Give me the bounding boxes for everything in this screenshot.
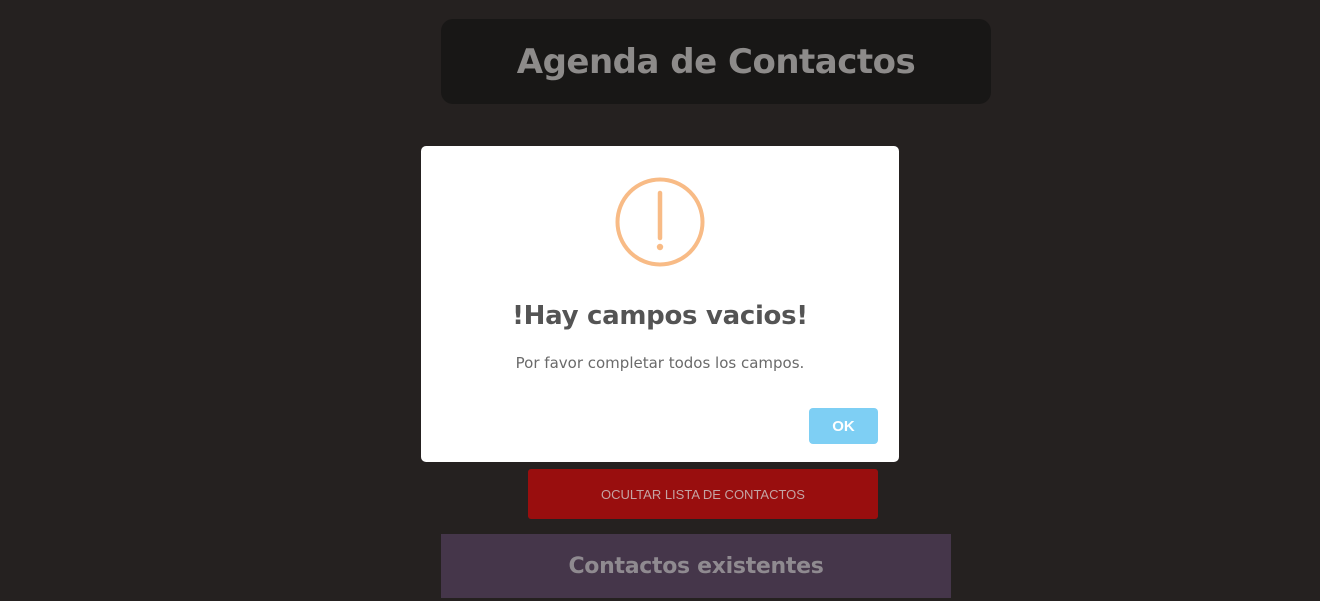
app-header: Agenda de Contactos xyxy=(441,19,991,104)
warning-icon xyxy=(615,177,705,267)
ok-button[interactable]: OK xyxy=(809,408,878,444)
page-title: Agenda de Contactos xyxy=(516,41,916,82)
contacts-section-header: Contactos existentes xyxy=(441,534,951,598)
contacts-heading: Contactos existentes xyxy=(568,553,824,579)
page: Agenda de Contactos OCULTAR LISTA DE CON… xyxy=(0,0,1320,601)
hide-contact-list-button[interactable]: OCULTAR LISTA DE CONTACTOS xyxy=(528,469,878,519)
alert-dialog: !Hay campos vacios! Por favor completar … xyxy=(421,146,899,462)
dialog-message: Por favor completar todos los campos. xyxy=(515,354,805,372)
dialog-title: !Hay campos vacios! xyxy=(512,301,808,331)
